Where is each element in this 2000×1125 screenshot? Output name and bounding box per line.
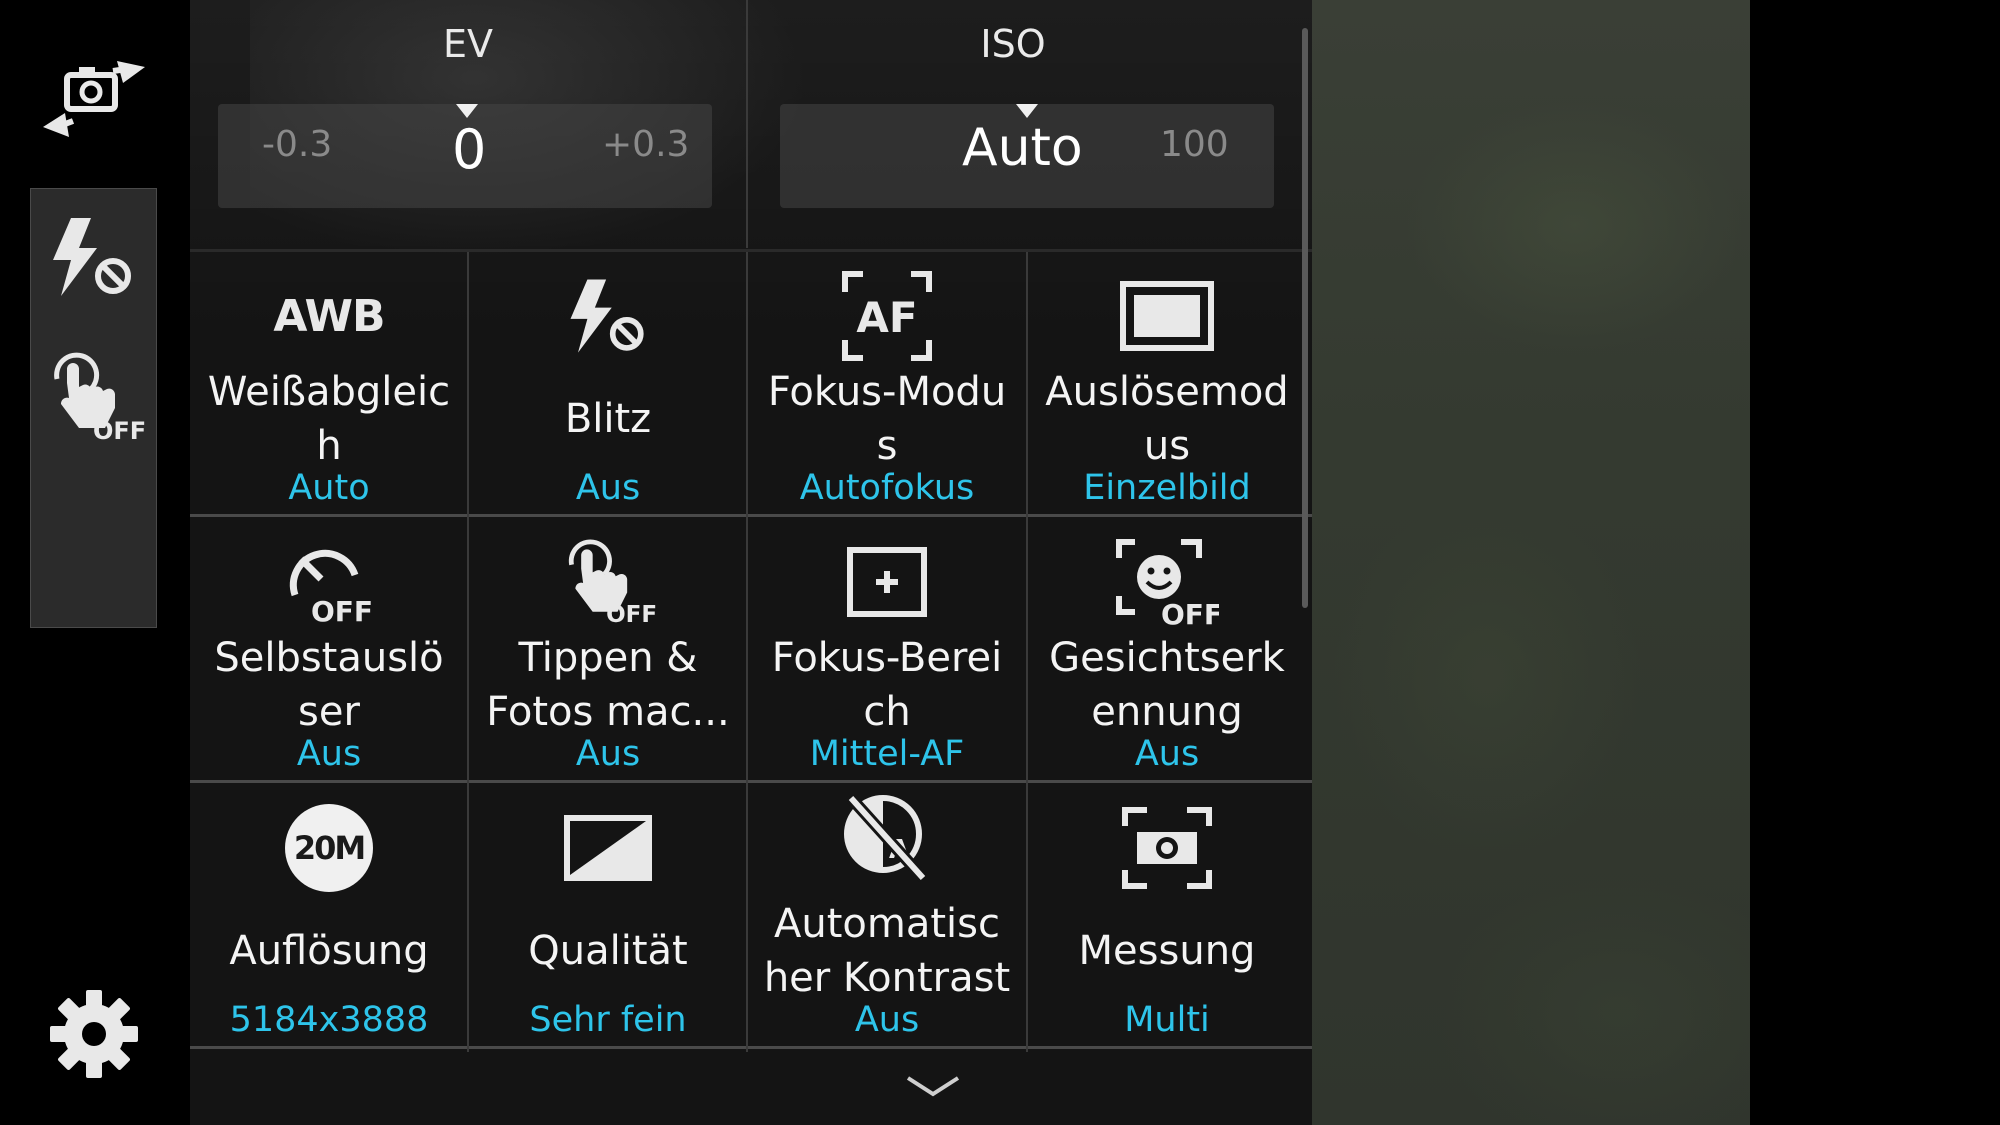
- touch-shot-off-icon: OFF: [469, 532, 747, 632]
- touch-shot-off-badge: OFF: [93, 417, 146, 445]
- single-shot-icon: [1028, 266, 1306, 366]
- setting-value: Aus: [296, 734, 362, 774]
- metering-icon: [1028, 798, 1306, 898]
- setting-self-timer[interactable]: OFF Selbstauslö ser Aus: [190, 518, 468, 780]
- setting-white-balance[interactable]: AWB Weißabgleic h Auto: [190, 252, 468, 514]
- setting-value: 5184x3888: [229, 1000, 429, 1040]
- flash-button[interactable]: [43, 209, 143, 305]
- switch-camera-button[interactable]: [36, 46, 152, 142]
- iso-slider[interactable]: ISO Auto 100: [748, 0, 1312, 250]
- setting-value: Mittel-AF: [809, 734, 965, 774]
- viewfinder-preview[interactable]: [1312, 0, 1750, 1125]
- iso-title: ISO: [980, 22, 1046, 66]
- setting-label: Messung: [1078, 928, 1256, 974]
- setting-value: Aus: [575, 734, 641, 774]
- ev-right-value: +0.3: [602, 124, 690, 165]
- resolution-icon: 20M: [190, 798, 468, 898]
- setting-focus-mode[interactable]: AF Fokus-Modu s Autofokus: [748, 252, 1026, 514]
- setting-label: Gesichtserk ennung: [1049, 635, 1285, 735]
- ev-title: EV: [442, 22, 493, 66]
- setting-label: Weißabgleic h: [207, 369, 451, 469]
- svg-text:AF: AF: [856, 293, 917, 342]
- touch-shot-button[interactable]: OFF: [43, 349, 147, 445]
- setting-label: Fokus-Berei ch: [771, 635, 1003, 735]
- setting-label: Selbstauslö ser: [214, 635, 444, 735]
- right-black-bar: [1750, 0, 2000, 1125]
- setting-auto-contrast[interactable]: A Automatischer Kontrast Aus: [748, 784, 1026, 1046]
- ev-marker: [456, 104, 478, 118]
- setting-face-detection[interactable]: OFF Gesichtserk ennung Aus: [1028, 518, 1306, 780]
- settings-button[interactable]: [46, 986, 142, 1082]
- setting-label: Blitz: [564, 396, 652, 442]
- setting-value: Aus: [1134, 734, 1200, 774]
- setting-value: Einzelbild: [1083, 468, 1251, 508]
- setting-flash[interactable]: Blitz Aus: [469, 252, 747, 514]
- setting-resolution[interactable]: 20M Auflösung 5184x3888: [190, 784, 468, 1046]
- iso-right-value: 100: [1160, 124, 1229, 165]
- setting-touch-shot[interactable]: OFF Tippen & Fotos mac... Aus: [469, 518, 747, 780]
- awb-icon: AWB: [273, 290, 385, 342]
- setting-value: Multi: [1124, 1000, 1210, 1040]
- focus-area-icon: [748, 532, 1026, 632]
- chevron-down-icon[interactable]: [906, 1074, 960, 1102]
- svg-text:OFF: OFF: [311, 595, 373, 625]
- switch-camera-icon: [43, 61, 145, 137]
- setting-label: Auflösung: [229, 928, 429, 974]
- setting-label: Automatisc her Kontrast: [763, 901, 1011, 1001]
- camera-settings-panel: EV -0.3 0 +0.3 ISO Auto 100 AWB Weißabgl…: [190, 0, 1312, 1125]
- iso-current-value: Auto: [962, 118, 1083, 178]
- setting-value: Aus: [854, 1000, 920, 1040]
- svg-text:OFF: OFF: [1161, 598, 1219, 626]
- svg-text:OFF: OFF: [606, 602, 657, 628]
- self-timer-off-icon: OFF: [190, 532, 468, 632]
- panel-scrollbar[interactable]: [1302, 28, 1308, 608]
- setting-label: Qualität: [528, 928, 688, 974]
- quick-settings-group: OFF: [30, 188, 157, 628]
- left-rail: OFF: [0, 0, 190, 1125]
- auto-contrast-off-icon: A: [748, 786, 1026, 886]
- iso-marker: [1016, 104, 1038, 118]
- ev-current-value: 0: [452, 118, 487, 181]
- grid-row-divider: [190, 780, 1312, 783]
- setting-label: Auslösemod us: [1045, 369, 1289, 469]
- setting-metering[interactable]: Messung Multi: [1028, 784, 1306, 1046]
- flash-off-icon: [53, 218, 131, 296]
- setting-label: Fokus-Modu s: [767, 369, 1007, 469]
- grid-row-divider: [190, 1046, 1312, 1049]
- flash-off-icon: [469, 266, 747, 366]
- setting-label: Tippen & Fotos mac...: [486, 635, 730, 735]
- setting-value: Autofokus: [799, 468, 975, 508]
- setting-focus-area[interactable]: Fokus-Berei ch Mittel-AF: [748, 518, 1026, 780]
- setting-value: Aus: [575, 468, 641, 508]
- setting-value: Auto: [288, 468, 370, 508]
- af-icon: AF: [748, 266, 1026, 366]
- gear-icon: [50, 990, 138, 1078]
- face-detection-off-icon: OFF: [1028, 532, 1306, 632]
- ev-left-value: -0.3: [262, 124, 333, 165]
- ev-slider[interactable]: EV -0.3 0 +0.3: [190, 0, 746, 250]
- touch-shot-off-icon: OFF: [54, 352, 146, 445]
- setting-drive-mode[interactable]: Auslösemod us Einzelbild: [1028, 252, 1306, 514]
- setting-value: Sehr fein: [529, 1000, 687, 1040]
- quality-icon: [469, 798, 747, 898]
- grid-row-divider: [190, 514, 1312, 517]
- setting-quality[interactable]: Qualität Sehr fein: [469, 784, 747, 1046]
